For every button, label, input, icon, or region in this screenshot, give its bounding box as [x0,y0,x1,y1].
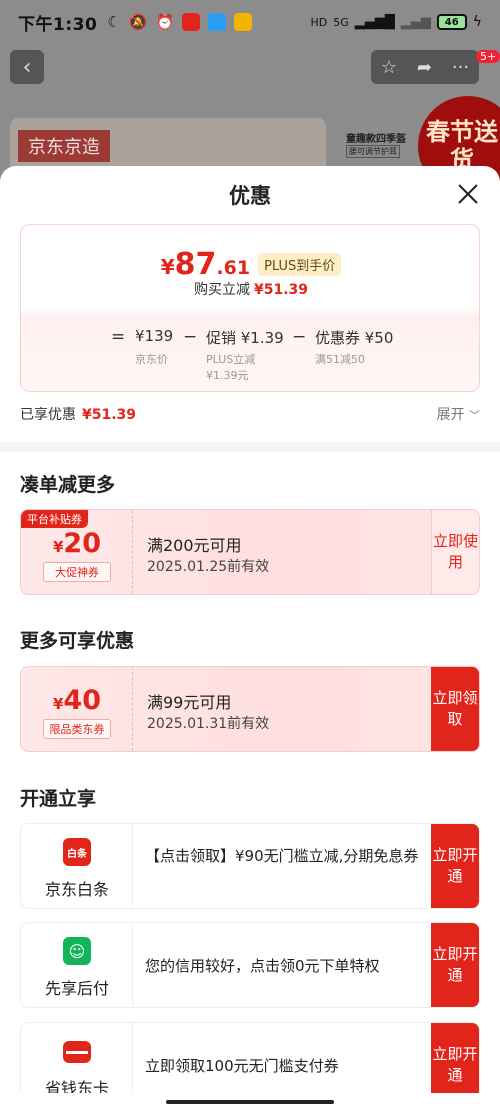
coupon-type-tag: 大促神券 [43,562,111,582]
open-now-button[interactable]: 立即开通 [431,824,479,908]
open-service-card: ☺ 先享后付 您的信用较好，点击领0元下单特权 立即开通 [20,922,480,1008]
open-now-button[interactable]: 立即开通 [431,923,479,1007]
app-notification-icon [182,13,201,31]
price-currency: ¥ [160,255,175,279]
alarm-icon: ⏰ [155,13,175,31]
coupon-amount: ¥20 [21,528,133,559]
shopping-bag-icon: ☺ [63,937,91,965]
claim-now-button[interactable]: 立即领取 [431,667,479,751]
buy-reduce-label: 购买立减 [193,282,250,298]
service-description: 您的信用较好，点击领0元下单特权 [145,957,380,975]
expand-toggle[interactable]: 展开 ﹀ [437,404,480,424]
coupon-currency: ¥ [52,538,64,556]
home-indicator[interactable] [166,1100,334,1104]
app-notification-icon [234,13,253,31]
app-notification-icon [208,13,227,31]
coupon-value-area: ¥40 限品类东券 [21,667,133,751]
status-bar: 下午1:30 ☾ 🔕 ⏰ HD 5G ▂▄▆█ ▂▄▆ 46 ϟ [0,0,500,44]
service-brand-area: 白条 京东白条 [21,824,133,908]
buy-reduce-value: ¥51.39 [253,282,309,298]
signal-icon: ▂▄▆█ [354,14,395,30]
back-button[interactable]: ‹ [10,50,44,84]
price-card: ¥ 87 .61 PLUS到手价 购买立减 ¥51.39 = ¥139 京东价 −… [20,224,480,392]
price-integer: 87 [174,247,217,282]
message-badge: 5+ [476,50,500,63]
wifi-icon: ▂▄▆ [400,14,431,30]
coupon-number: 40 [63,685,101,716]
top-actions: ☆ ➦ ··· [371,50,479,84]
promo-title: 童趣款四季盔 [346,134,406,145]
coupon-condition: 满200元可用 [147,536,242,555]
promo-text: 童趣款四季盔 腰可调节护耳 [346,130,406,158]
coupon-currency: ¥ [52,695,64,713]
minus-sign: − [183,327,198,347]
price-decimal: .61 [216,257,251,279]
home-indicator-bar [0,1093,500,1111]
card-icon [63,1041,91,1063]
chevron-down-icon: ﹀ [469,409,480,422]
mute-bell-icon: 🔕 [128,13,148,31]
coupon-label: 满51减50 [315,353,365,366]
enjoyed-label: 已享优惠 [20,407,76,423]
section-divider [0,442,500,452]
promo-label: PLUS立减 [206,353,256,366]
coupon-number: 20 [63,528,101,559]
service-name: 京东白条 [44,880,109,899]
star-icon[interactable]: ☆ [381,57,397,78]
base-price-label: 京东价 [135,353,168,366]
coupon-value-area: 平台补贴券 ¥20 大促神券 [21,510,133,594]
section-title: 更多可享优惠 [20,630,135,652]
share-icon[interactable]: ➦ [417,57,432,78]
minus-sign: − [292,327,307,347]
service-description: 立即领取100元无门槛支付券 [145,1057,339,1075]
section-title: 开通立享 [20,788,97,810]
plus-price-tag: PLUS到手价 [258,253,342,276]
promo-amount: 促销 ¥1.39 [206,329,284,347]
brand-label: 京东京造 [18,130,110,162]
use-now-button[interactable]: 立即使用 [431,510,479,594]
open-service-card: 白条 京东白条 【点击领取】¥90无门槛立减,分期免息券 立即开通 [20,823,480,909]
discount-sheet: 优惠 ¥ 87 .61 PLUS到手价 购买立减 ¥51.39 = ¥139 京东… [0,166,500,1111]
coupon-corner-tag: 平台补贴券 [21,510,88,528]
status-notification-icons: ☾ 🔕 ⏰ [107,13,253,31]
coupon-card: ¥40 限品类东券 满99元可用 2025.01.31前有效 立即领取 [20,666,480,752]
service-brand-area: ☺ 先享后付 [21,923,133,1007]
coupon-expiry: 2025.01.31前有效 [147,716,270,732]
promo-label-value: ¥1.39元 [206,369,249,382]
buy-reduce-line: 购买立减 ¥51.39 [21,279,481,299]
coupon-condition: 满99元可用 [147,693,232,712]
status-time: 下午1:30 [18,14,98,35]
final-price: ¥ 87 .61 PLUS到手价 [21,247,481,282]
section-title: 凑单减更多 [20,474,116,496]
coupon-expiry: 2025.01.25前有效 [147,559,270,575]
coupon-card: 平台补贴券 ¥20 大促神券 满200元可用 2025.01.25前有效 立即使… [20,509,480,595]
base-price: ¥139 [135,327,174,345]
close-icon[interactable] [456,182,480,206]
charging-icon: ϟ [472,14,482,30]
baitiao-icon: 白条 [63,838,91,866]
status-system-icons: HD 5G ▂▄▆█ ▂▄▆ 46 ϟ [310,14,482,30]
network-label: 5G [333,15,349,29]
service-name: 先享后付 [44,979,109,998]
coupon-amount: 优惠券 ¥50 [315,329,394,347]
equals-sign: = [111,327,126,347]
moon-icon: ☾ [107,13,121,31]
more-icon[interactable]: ··· [452,57,469,78]
expand-label: 展开 [436,407,465,423]
service-description: 【点击领取】¥90无门槛立减,分期免息券 [145,847,419,865]
sheet-title: 优惠 [229,184,271,208]
chevron-left-icon: ‹ [22,54,32,80]
enjoyed-value: ¥51.39 [82,407,137,423]
hd-icon: HD [310,15,328,29]
promo-subtitle: 腰可调节护耳 [346,145,400,158]
enjoyed-discount-row: 已享优惠 ¥51.39 展开 ﹀ [20,404,480,424]
battery-icon: 46 [436,14,467,30]
coupon-amount: ¥40 [21,685,133,716]
coupon-type-tag: 限品类东券 [43,719,111,739]
